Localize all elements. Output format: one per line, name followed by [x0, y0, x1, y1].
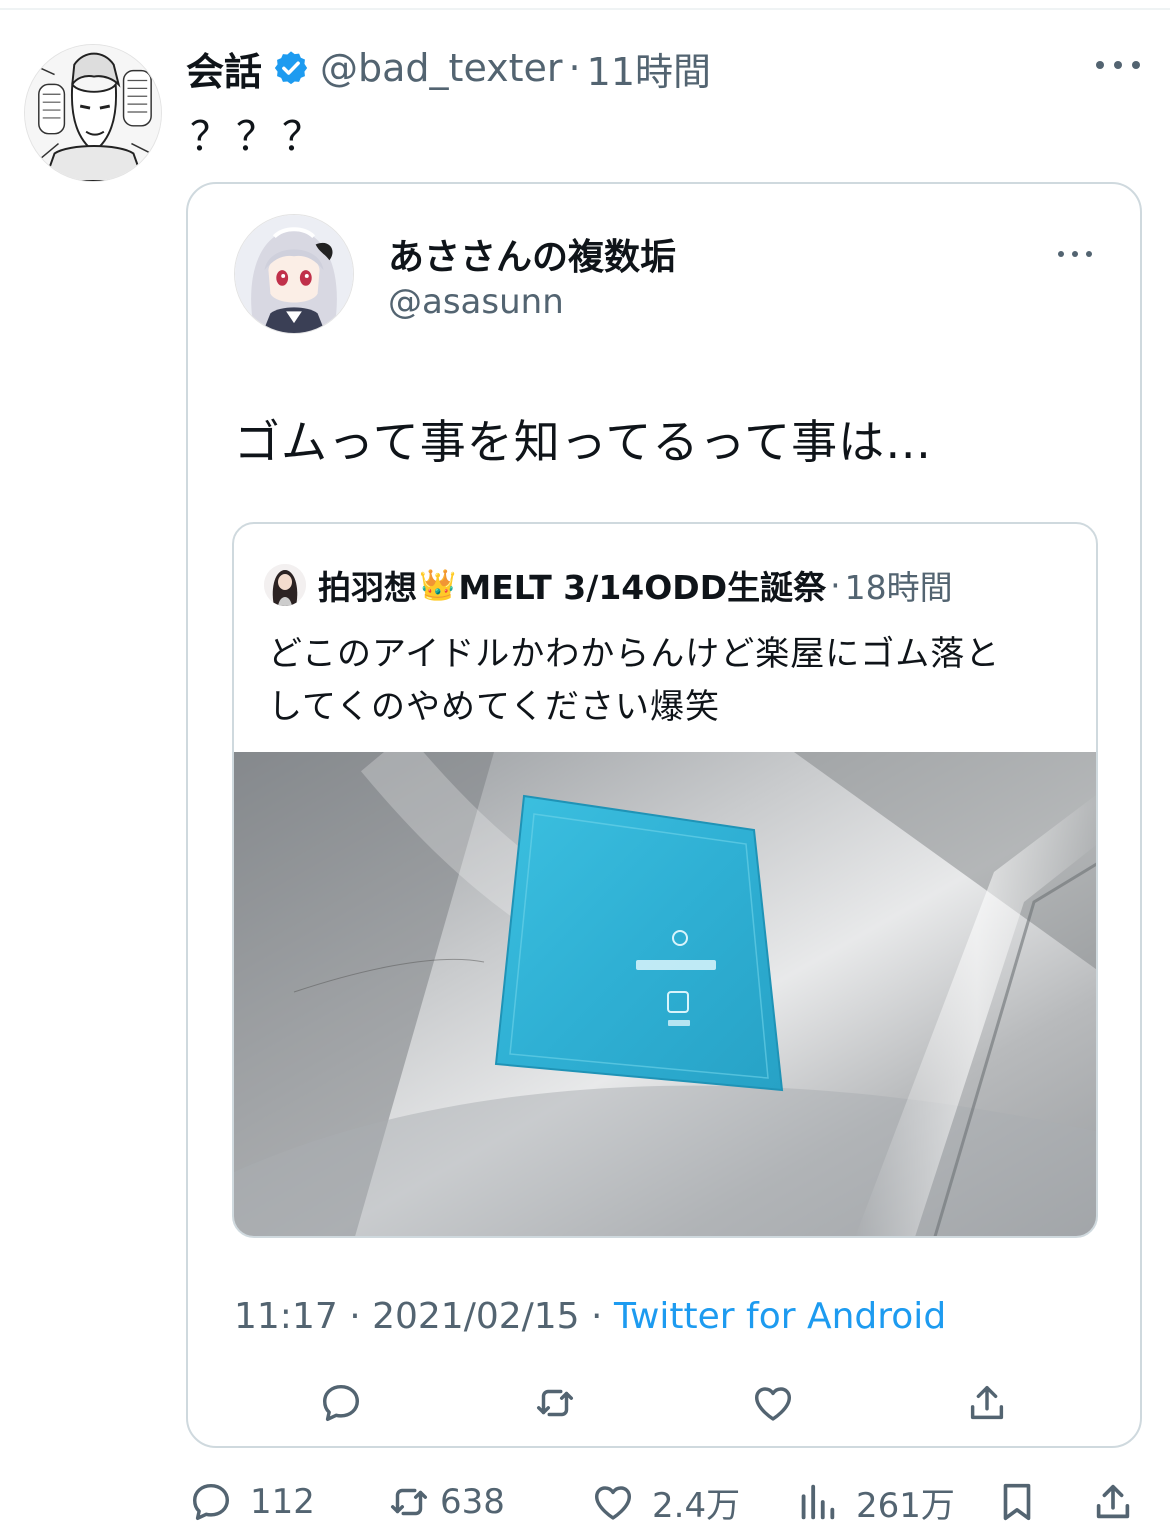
views-count: 261万 [856, 1485, 955, 1526]
top-divider [0, 8, 1170, 10]
retweet-count: 638 [440, 1482, 505, 1522]
crown-emoji: 👑 [419, 567, 457, 603]
quoted-author-name[interactable]: あささんの複数垢 [388, 228, 676, 280]
separator-dot: · [568, 46, 581, 90]
tweet-photo[interactable] [234, 752, 1096, 1236]
nested-tweet-header: 拍羽想 👑 MELT 3/14ODD生誕祭 · 18時間 [264, 560, 953, 610]
photo-condom-packet-image [234, 752, 1096, 1236]
author-name[interactable]: 会話 [186, 41, 262, 96]
quoted-more-options-icon[interactable] [1058, 244, 1092, 264]
quoted-retweet-icon[interactable] [532, 1380, 578, 1426]
tweet-text: ？？？ [190, 114, 328, 160]
nested-separator-dot: · [830, 565, 841, 605]
meta-separator: · [579, 1296, 614, 1337]
anime-girl-avatar-image [235, 215, 353, 333]
client-link[interactable]: Twitter for Android [614, 1296, 946, 1337]
quoted-date[interactable]: 2021/02/15 [372, 1296, 580, 1337]
author-handle[interactable]: @bad_texter [320, 46, 563, 90]
quoted-tweet-card[interactable]: あささんの複数垢 @asasunn ゴムって事を知ってるって事は… 拍羽想 👑 … [186, 182, 1142, 1448]
like-count: 2.4万 [652, 1485, 741, 1526]
reply-button[interactable]: 112 [188, 1474, 315, 1530]
share-icon [1096, 1484, 1130, 1519]
share-button[interactable] [1090, 1474, 1136, 1530]
quoted-author-avatar[interactable] [234, 214, 354, 334]
tweet-action-bar: 112 638 2.4万 261万 [0, 1474, 1170, 1530]
quoted-share-icon[interactable] [964, 1380, 1010, 1426]
quoted-action-bar [188, 1380, 1144, 1430]
quoted-time[interactable]: 11:17 [234, 1296, 338, 1337]
reply-icon [192, 1483, 230, 1521]
more-options-icon[interactable] [1096, 50, 1140, 80]
author-avatar[interactable] [24, 44, 162, 182]
views-button[interactable]: 261万 [794, 1474, 955, 1530]
quoted-like-icon[interactable] [750, 1380, 796, 1426]
nested-tweet-text: どこのアイドルかわからんけど楽屋にゴム落と してくのやめてください爆笑 [268, 628, 1078, 734]
nested-quoted-tweet[interactable]: 拍羽想 👑 MELT 3/14ODD生誕祭 · 18時間 どこのアイドルかわから… [232, 522, 1098, 1238]
tweet-time[interactable]: 11時間 [587, 41, 711, 96]
verified-badge-icon [274, 51, 308, 85]
nested-author-name-suffix[interactable]: MELT 3/14ODD生誕祭 [458, 561, 826, 609]
bookmark-icon [1003, 1483, 1031, 1521]
quoted-reply-icon[interactable] [318, 1380, 364, 1426]
retweet-button[interactable]: 638 [386, 1474, 505, 1530]
reply-count: 112 [250, 1482, 315, 1522]
nested-author-avatar[interactable] [264, 564, 306, 606]
quoted-tweet-text: ゴムって事を知ってるって事は… [234, 415, 933, 469]
retweet-icon [390, 1488, 428, 1516]
bookmark-button[interactable] [994, 1474, 1040, 1530]
views-chart-icon [801, 1484, 835, 1520]
tweet-header: 会話 @bad_texter · 11時間 [186, 40, 711, 96]
manga-avatar-image [25, 45, 161, 181]
like-icon [594, 1486, 632, 1520]
meta-separator: · [337, 1296, 373, 1337]
nested-avatar-image [264, 564, 306, 606]
quoted-tweet-meta: 11:17 · 2021/02/15 · Twitter for Android [234, 1296, 946, 1337]
quoted-author-handle[interactable]: @asasunn [388, 282, 564, 322]
nested-tweet-time[interactable]: 18時間 [845, 561, 953, 609]
nested-text-line: してくのやめてください爆笑 [268, 687, 720, 727]
nested-text-line: どこのアイドルかわからんけど楽屋にゴム落と [268, 634, 1001, 674]
like-button[interactable]: 2.4万 [590, 1474, 740, 1530]
nested-author-name[interactable]: 拍羽想 [318, 561, 417, 609]
